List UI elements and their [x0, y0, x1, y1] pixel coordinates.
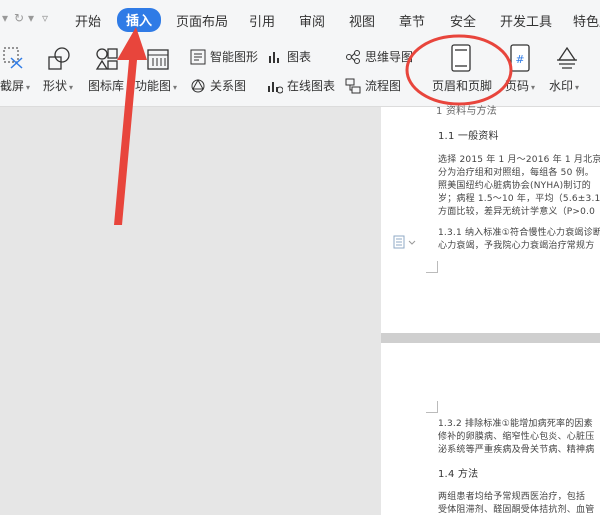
- annotation-overlay: [114, 27, 513, 225]
- pointer-arrow: [114, 27, 147, 225]
- highlight-circle: [405, 34, 513, 106]
